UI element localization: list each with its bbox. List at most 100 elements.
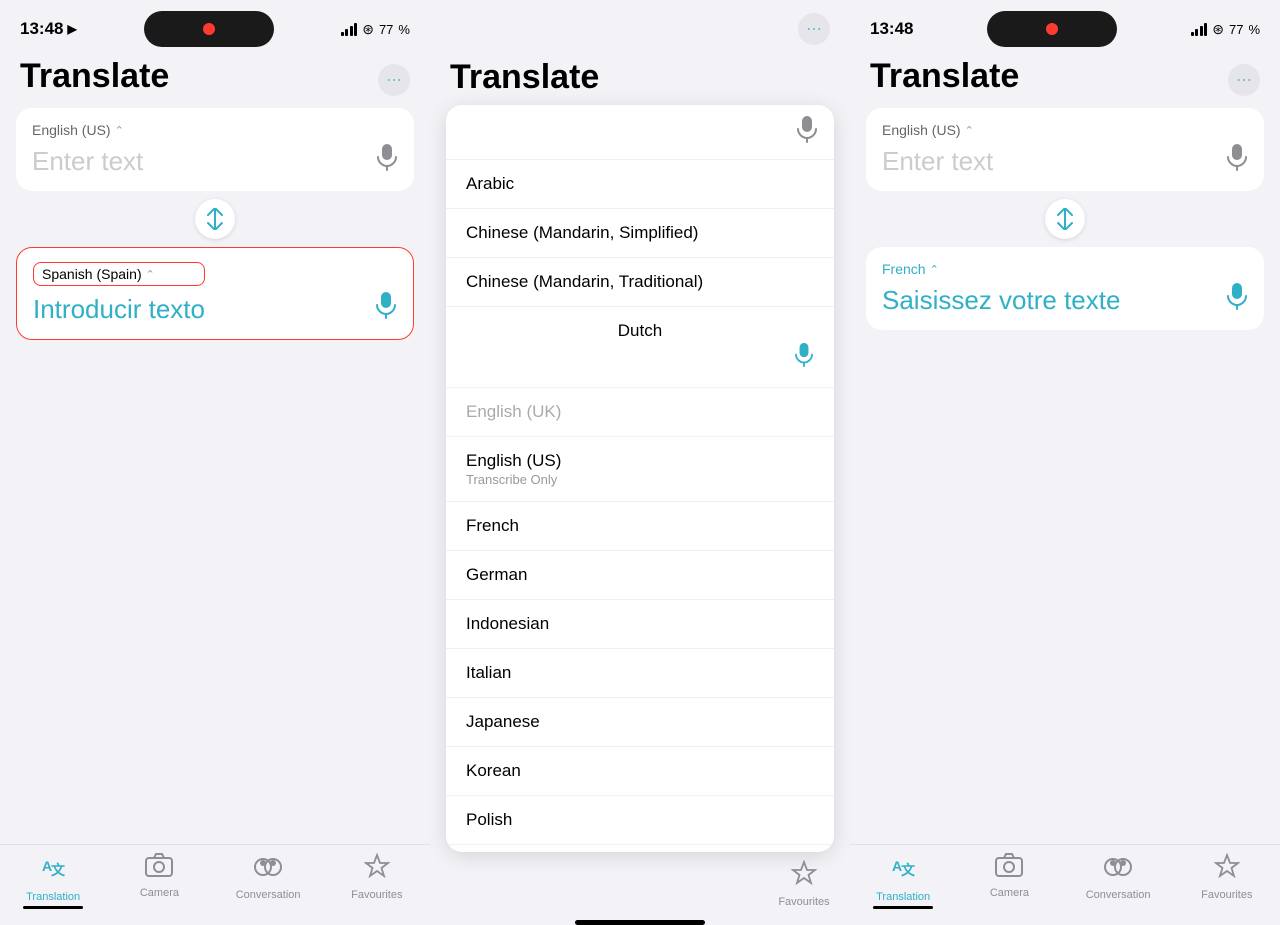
right-source-card: English (US) ⌃ Enter text: [866, 108, 1264, 191]
left-swap-row: [16, 191, 414, 247]
left-tab-conversation[interactable]: Conversation: [236, 853, 301, 901]
language-list: Arabic Chinese (Mandarin, Simplified) Ch…: [446, 160, 834, 852]
lang-item-french[interactable]: French: [446, 502, 834, 551]
camera-icon: [145, 853, 173, 884]
right-camera-dot: [1046, 23, 1058, 35]
lang-item-korean[interactable]: Korean: [446, 747, 834, 796]
left-target-lang-chevron: ⌃: [146, 268, 155, 281]
lang-item-indonesian[interactable]: Indonesian: [446, 600, 834, 649]
left-tab-indicator: [23, 906, 83, 909]
lang-item-italian[interactable]: Italian: [446, 649, 834, 698]
battery-label: 77: [379, 22, 393, 37]
right-tab-camera-label: Camera: [990, 887, 1029, 899]
left-source-lang-chevron: ⌃: [115, 124, 124, 137]
left-status-icons: ⊛ 77 %: [341, 21, 410, 38]
right-battery-label: 77: [1229, 22, 1243, 37]
signal-bars-icon: [341, 22, 358, 36]
right-translate-area: English (US) ⌃ Enter text: [850, 96, 1280, 844]
right-target-mic-button[interactable]: [1226, 282, 1248, 316]
right-camera-icon: [995, 853, 1023, 884]
left-more-button[interactable]: [378, 64, 410, 96]
center-panel: Translate Arabic Chinese (Mandarin, Simp…: [430, 0, 850, 925]
left-target-mic-button[interactable]: [375, 291, 397, 325]
right-source-placeholder[interactable]: Enter text: [882, 146, 993, 177]
lang-item-dutch[interactable]: Dutch: [446, 307, 834, 388]
conversation-icon: [253, 853, 283, 886]
left-target-lang-selector[interactable]: Spanish (Spain) ⌃: [33, 262, 205, 286]
lang-item-japanese[interactable]: Japanese: [446, 698, 834, 747]
lang-item-english-us[interactable]: English (US) Transcribe Only: [446, 437, 834, 502]
right-tab-conversation[interactable]: Conversation: [1086, 853, 1151, 901]
right-swap-row: [866, 191, 1264, 247]
right-phone-panel: 13:48 ⊛ 77 % Translate: [850, 0, 1280, 925]
lang-item-polish[interactable]: Polish: [446, 796, 834, 845]
camera-dot: [203, 23, 215, 35]
right-source-lang-chevron: ⌃: [965, 124, 974, 137]
right-status-time: 13:48: [870, 19, 913, 39]
center-star-icon: [791, 860, 817, 893]
right-conversation-icon: [1103, 853, 1133, 886]
right-target-placeholder[interactable]: Saisissez votre texte: [882, 285, 1120, 316]
center-tab-favourites[interactable]: Favourites: [774, 860, 834, 908]
left-tab-bar: A 文 Translation Camera: [0, 844, 430, 925]
left-source-lang-label: English (US): [32, 122, 111, 138]
center-dutch-mic-button[interactable]: [794, 342, 814, 373]
left-target-placeholder[interactable]: Introducir texto: [33, 294, 205, 325]
language-dropdown-card: Arabic Chinese (Mandarin, Simplified) Ch…: [446, 105, 834, 852]
left-tab-camera-label: Camera: [140, 887, 179, 899]
left-tab-camera[interactable]: Camera: [129, 853, 189, 899]
right-dynamic-island: [987, 11, 1117, 47]
right-tab-indicator: [873, 906, 933, 909]
right-app-title: Translate: [870, 58, 1019, 95]
right-translation-icon: A 文: [889, 853, 917, 888]
right-tab-conversation-label: Conversation: [1086, 889, 1151, 901]
left-swap-button[interactable]: [195, 199, 235, 239]
left-tab-translation-label: Translation: [26, 891, 80, 903]
right-target-lang-chevron: ⌃: [930, 263, 939, 276]
right-tab-favourites[interactable]: Favourites: [1197, 853, 1257, 901]
left-target-lang-label: Spanish (Spain): [42, 266, 142, 282]
lang-item-portuguese-brazil-1[interactable]: Portuguese (Brazil): [446, 845, 834, 852]
left-tab-translation[interactable]: A 文 Translation: [23, 853, 83, 909]
right-source-mic-button[interactable]: [1226, 143, 1248, 177]
right-star-icon: [1214, 853, 1240, 886]
right-status-icons: ⊛ 77 %: [1191, 21, 1260, 38]
right-source-lang-label: English (US): [882, 122, 961, 138]
left-tab-favourites[interactable]: Favourites: [347, 853, 407, 901]
location-icon: ▶: [67, 22, 76, 36]
lang-item-chinese-traditional[interactable]: Chinese (Mandarin, Traditional): [446, 258, 834, 307]
lang-item-chinese-simplified[interactable]: Chinese (Mandarin, Simplified): [446, 209, 834, 258]
left-tab-conversation-label: Conversation: [236, 889, 301, 901]
center-app-title: Translate: [450, 58, 830, 97]
left-source-mic-button[interactable]: [376, 143, 398, 177]
left-source-lang-selector[interactable]: English (US) ⌃: [32, 122, 143, 138]
left-dynamic-island: [144, 11, 274, 47]
left-target-card: Spanish (Spain) ⌃ Introducir texto: [16, 247, 414, 340]
lang-item-german[interactable]: German: [446, 551, 834, 600]
right-tab-favourites-label: Favourites: [1201, 889, 1252, 901]
right-app-header: Translate: [850, 50, 1280, 96]
left-status-bar: 13:48 ▶ ⊛ 77 %: [0, 0, 430, 50]
right-tab-bar: A 文 Translation Camera: [850, 844, 1280, 925]
right-target-lang-label: French: [882, 261, 926, 277]
center-top-mic-button[interactable]: [796, 115, 818, 149]
lang-item-arabic[interactable]: Arabic: [446, 160, 834, 209]
right-signal-bars-icon: [1191, 22, 1208, 36]
left-phone-panel: 13:48 ▶ ⊛ 77 % Translate: [0, 0, 430, 925]
left-source-placeholder[interactable]: Enter text: [32, 146, 143, 177]
right-more-button[interactable]: [1228, 64, 1260, 96]
wifi-icon: ⊛: [362, 21, 374, 38]
star-icon: [364, 853, 390, 886]
right-wifi-icon: ⊛: [1212, 21, 1224, 38]
left-translate-area: English (US) ⌃ Enter text: [0, 96, 430, 844]
lang-item-english-uk[interactable]: English (UK): [446, 388, 834, 437]
right-source-lang-selector[interactable]: English (US) ⌃: [882, 122, 993, 138]
right-tab-camera[interactable]: Camera: [979, 853, 1039, 899]
svg-text:文: 文: [901, 862, 916, 878]
right-swap-button[interactable]: [1045, 199, 1085, 239]
right-tab-translation[interactable]: A 文 Translation: [873, 853, 933, 909]
center-more-button[interactable]: [798, 13, 830, 45]
right-target-lang-selector[interactable]: French ⌃: [882, 261, 1120, 277]
right-status-bar: 13:48 ⊛ 77 %: [850, 0, 1280, 50]
center-home-indicator: [575, 920, 705, 925]
